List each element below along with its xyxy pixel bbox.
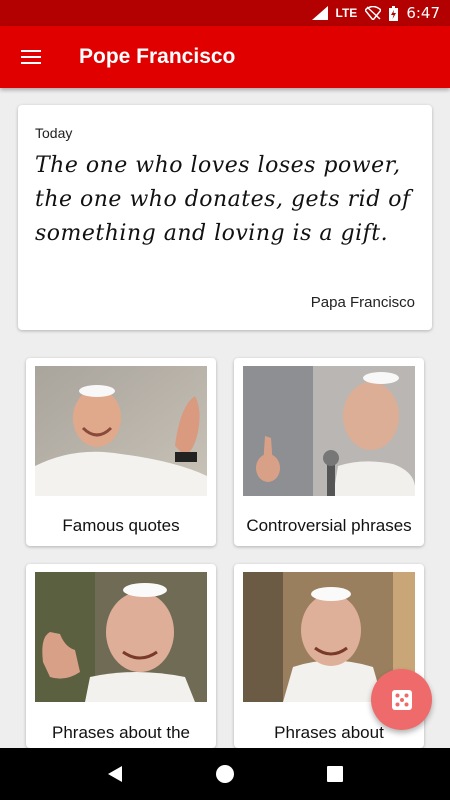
category-card-famous-quotes[interactable]: Famous quotes <box>26 358 216 546</box>
network-type: LTE <box>335 6 358 20</box>
category-label: Phrases about the family <box>52 723 190 748</box>
nav-home-button[interactable] <box>205 754 245 794</box>
wifi-off-icon <box>365 6 382 20</box>
menu-button[interactable] <box>0 26 62 88</box>
back-triangle-icon <box>108 766 122 782</box>
quote-text: The one who loves loses power, the one w… <box>35 153 411 246</box>
category-label: Controversial phrases <box>246 516 412 535</box>
quote-of-the-day-card[interactable]: Today The one who loves loses power, the… <box>18 105 432 330</box>
pope-smiling-photo <box>35 572 207 702</box>
recents-square-icon <box>327 766 343 782</box>
quote-author: Papa Francisco <box>310 294 415 311</box>
status-bar: LTE 6:47 <box>0 0 450 26</box>
category-card-controversial-phrases[interactable]: Controversial phrases <box>234 358 424 546</box>
nav-back-button[interactable] <box>95 754 135 794</box>
system-navigation-bar <box>0 748 450 800</box>
quote-date-label: Today <box>35 125 73 141</box>
app-bar: Pope Francisco <box>0 26 450 88</box>
category-card-phrases-about-family[interactable]: Phrases about the family <box>26 564 216 748</box>
pope-speaking-photo <box>243 366 415 496</box>
signal-icon <box>311 6 328 20</box>
nav-recents-button[interactable] <box>315 754 355 794</box>
category-label: Famous quotes <box>62 516 180 535</box>
hamburger-menu-icon <box>21 48 41 66</box>
home-circle-icon <box>216 765 234 783</box>
pope-waving-photo <box>35 366 207 496</box>
clock: 6:47 <box>406 4 440 22</box>
app-title: Pope Francisco <box>79 45 236 68</box>
dice-icon <box>391 689 412 710</box>
random-quote-fab[interactable] <box>371 669 432 730</box>
battery-icon <box>389 5 399 21</box>
